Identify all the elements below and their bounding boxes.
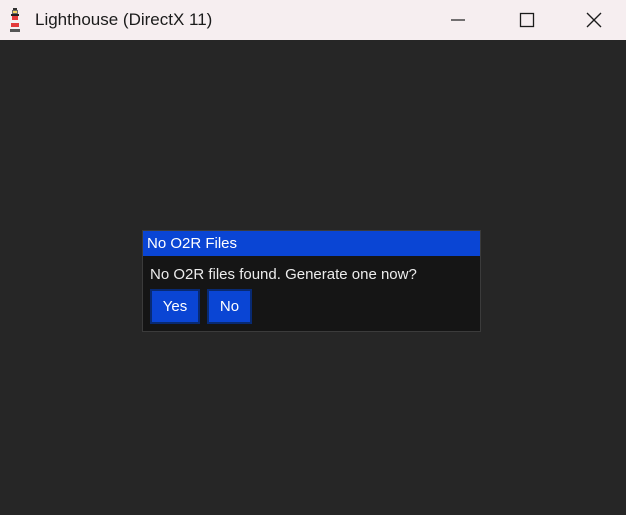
- no-button[interactable]: No: [207, 289, 252, 324]
- yes-button[interactable]: Yes: [150, 289, 200, 324]
- minimize-button[interactable]: [423, 0, 493, 40]
- window-title: Lighthouse (DirectX 11): [35, 10, 213, 29]
- minimize-icon: [450, 12, 466, 28]
- dialog-titlebar[interactable]: No O2R Files: [143, 231, 480, 256]
- close-icon: [586, 12, 602, 28]
- close-button[interactable]: [562, 0, 626, 40]
- dialog-title: No O2R Files: [147, 235, 238, 252]
- window-titlebar[interactable]: Lighthouse (DirectX 11): [0, 0, 626, 40]
- dialog-message: No O2R files found. Generate one now?: [150, 266, 417, 283]
- maximize-icon: [519, 12, 535, 28]
- lighthouse-icon: [8, 8, 22, 32]
- no-o2r-files-dialog: No O2R Files No O2R files found. Generat…: [142, 230, 481, 332]
- app-window: Lighthouse (DirectX 11) No O2R Files No …: [0, 0, 626, 515]
- maximize-button[interactable]: [492, 0, 562, 40]
